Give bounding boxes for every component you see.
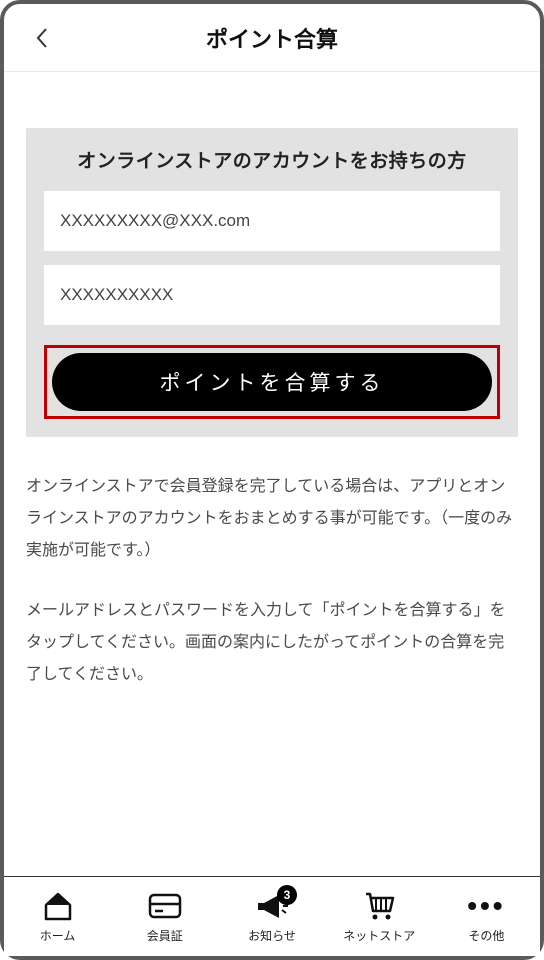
description-block: オンラインストアで会員登録を完了している場合は、アプリとオンラインストアのアカウ… [26, 471, 518, 691]
back-button[interactable] [28, 24, 56, 52]
nav-netstore[interactable]: ネットストア [326, 889, 433, 944]
card-title: オンラインストアのアカウントをお持ちの方 [44, 146, 500, 173]
description-paragraph-2: メールアドレスとパスワードを入力して「ポイントを合算する」をタップしてください。… [26, 595, 518, 691]
highlight-box: ポイントを合算する [44, 345, 500, 419]
nav-home[interactable]: ホーム [4, 889, 111, 944]
nav-membership[interactable]: 会員証 [111, 889, 218, 944]
cart-icon [362, 889, 396, 923]
bottom-nav: ホーム 会員証 3 お知らせ [4, 876, 540, 956]
nav-label: ネットストア [343, 927, 415, 944]
page-title: ポイント合算 [20, 22, 524, 54]
megaphone-icon: 3 [255, 889, 289, 923]
nav-label: ホーム [40, 927, 76, 944]
nav-label: 会員証 [147, 927, 183, 944]
nav-notifications[interactable]: 3 お知らせ [218, 889, 325, 944]
password-field[interactable] [44, 265, 500, 325]
header-bar: ポイント合算 [4, 4, 540, 72]
more-icon: ••• [467, 889, 505, 923]
home-icon [41, 889, 75, 923]
combine-points-button[interactable]: ポイントを合算する [52, 353, 492, 411]
main-content: オンラインストアのアカウントをお持ちの方 ポイントを合算する オンラインストアで… [4, 72, 540, 876]
email-field[interactable] [44, 191, 500, 251]
nav-more[interactable]: ••• その他 [433, 889, 540, 944]
description-paragraph-1: オンラインストアで会員登録を完了している場合は、アプリとオンラインストアのアカウ… [26, 471, 518, 567]
login-card: オンラインストアのアカウントをお持ちの方 ポイントを合算する [26, 128, 518, 437]
notification-badge: 3 [277, 885, 297, 905]
card-icon [148, 889, 182, 923]
nav-label: その他 [468, 927, 504, 944]
nav-label: お知らせ [248, 927, 296, 944]
chevron-left-icon [34, 26, 50, 50]
